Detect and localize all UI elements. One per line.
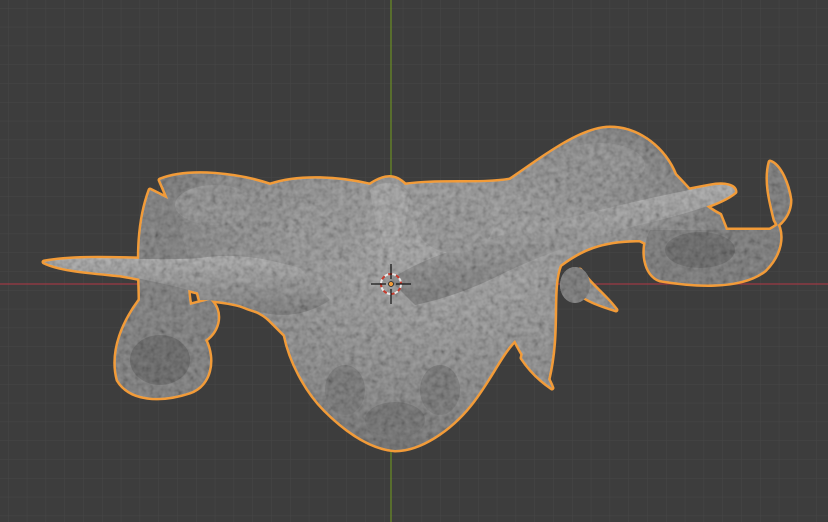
3d-viewport[interactable] [0,0,828,522]
viewport-canvas[interactable] [0,0,828,522]
object-origin-dot [388,281,394,287]
